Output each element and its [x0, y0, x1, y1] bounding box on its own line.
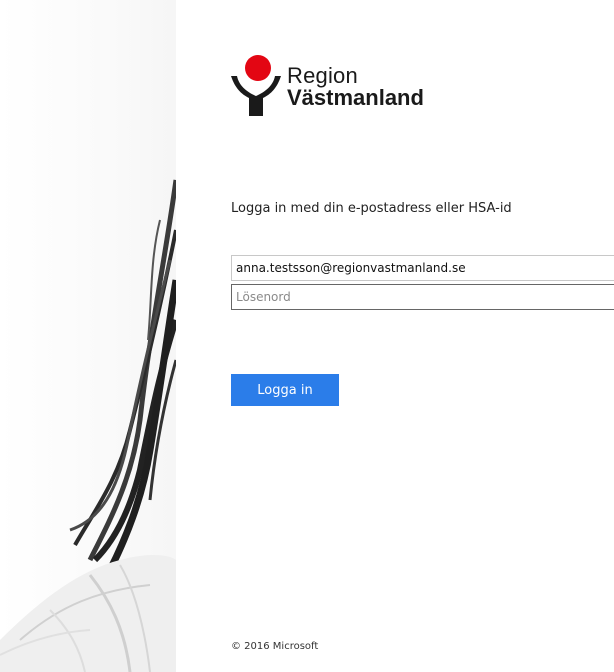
password-field[interactable] — [231, 284, 614, 310]
logo-mark-icon — [231, 55, 281, 116]
background-photo — [0, 0, 176, 672]
sign-in-page: Region Västmanland Logga in med din e-po… — [0, 0, 614, 672]
sign-in-heading: Logga in med din e-postadress eller HSA-… — [231, 201, 512, 216]
copyright-footer: © 2016 Microsoft — [231, 641, 319, 652]
logo-text-vastmanland: Västmanland — [287, 85, 424, 110]
email-field[interactable] — [231, 255, 614, 281]
region-vastmanland-logo: Region Västmanland — [229, 54, 469, 120]
login-button[interactable]: Logga in — [231, 374, 339, 406]
person-illustration — [0, 179, 176, 672]
login-panel: Region Västmanland Logga in med din e-po… — [176, 0, 614, 672]
